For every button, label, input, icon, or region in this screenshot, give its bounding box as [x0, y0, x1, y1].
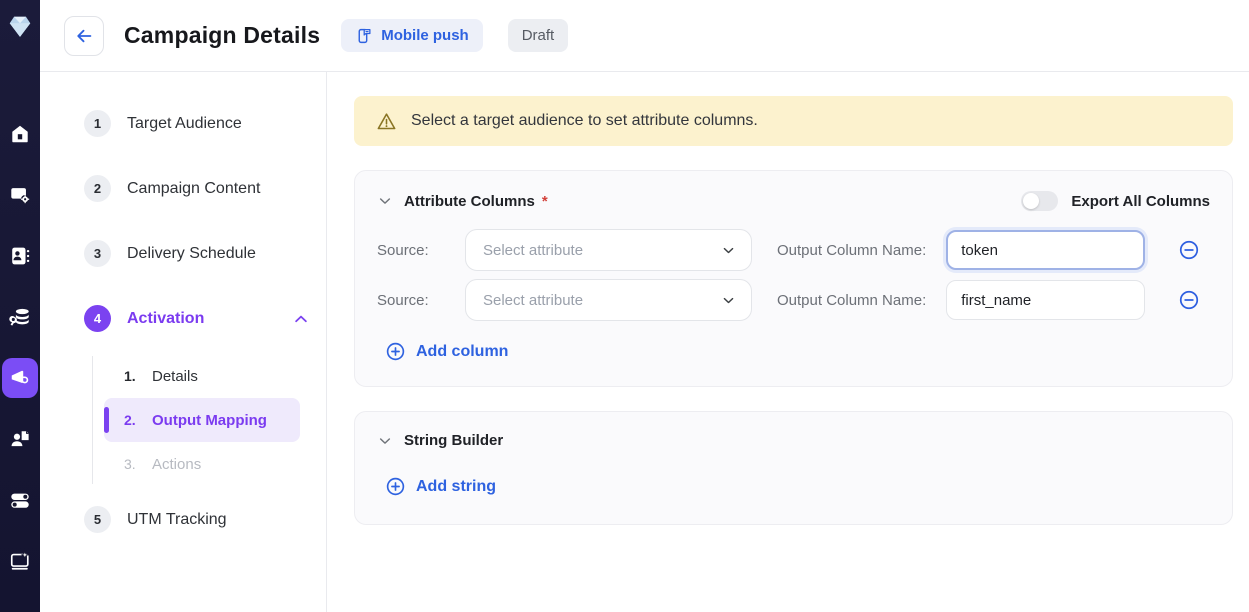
- output-column-name-label: Output Column Name:: [777, 292, 926, 309]
- chevron-down-icon: [721, 293, 736, 308]
- card-title: Attribute Columns: [404, 193, 535, 210]
- step-number: 1: [84, 110, 111, 137]
- substep-label: Output Mapping: [152, 412, 267, 429]
- substep-number: 2.: [124, 412, 146, 428]
- icon-rail: [0, 0, 40, 612]
- main-pane: Campaign Details Mobile push Draft 1 Tar…: [40, 0, 1249, 612]
- plus-circle-icon: [385, 341, 406, 362]
- toggle-knob: [1023, 193, 1039, 209]
- remove-column-button[interactable]: [1178, 289, 1200, 311]
- source-label: Source:: [377, 292, 465, 309]
- substep-label: Actions: [152, 456, 201, 473]
- add-column-button[interactable]: Add column: [385, 341, 508, 362]
- device-gear-icon[interactable]: [2, 175, 38, 215]
- step-activation[interactable]: 4 Activation: [84, 305, 314, 332]
- toggles-icon[interactable]: [2, 480, 38, 520]
- source-label: Source:: [377, 242, 465, 259]
- add-column-label: Add column: [416, 343, 508, 361]
- channel-badge: Mobile push: [341, 19, 483, 52]
- step-number: 2: [84, 175, 111, 202]
- channel-badge-label: Mobile push: [381, 27, 469, 44]
- step-number: 5: [84, 506, 111, 533]
- screen-sparkle-icon[interactable]: [2, 541, 38, 581]
- export-toggle-group: Export All Columns: [1021, 191, 1210, 211]
- substep-number: 3.: [124, 456, 146, 472]
- back-button[interactable]: [64, 16, 104, 56]
- step-campaign-content[interactable]: 2 Campaign Content: [84, 175, 314, 202]
- step-label: Campaign Content: [127, 180, 260, 198]
- minus-circle-icon: [1178, 239, 1200, 261]
- required-marker: *: [542, 193, 548, 210]
- output-mapping-content: Select a target audience to set attribut…: [327, 72, 1249, 612]
- substep-output-mapping[interactable]: 2. Output Mapping: [104, 398, 300, 442]
- source-select[interactable]: Select attribute: [465, 229, 752, 271]
- rail-nav: [2, 114, 38, 581]
- chevron-down-icon[interactable]: [377, 433, 393, 449]
- source-select[interactable]: Select attribute: [465, 279, 752, 321]
- select-placeholder: Select attribute: [483, 242, 583, 259]
- string-builder-card: String Builder Add string: [354, 411, 1233, 525]
- minus-circle-icon: [1178, 289, 1200, 311]
- substep-label: Details: [152, 368, 198, 385]
- step-number: 4: [84, 305, 111, 332]
- home-icon[interactable]: [2, 114, 38, 154]
- page-header: Campaign Details Mobile push Draft: [40, 0, 1249, 72]
- step-label: Activation: [127, 310, 204, 328]
- substep-number: 1.: [124, 368, 146, 384]
- step-label: UTM Tracking: [127, 511, 227, 529]
- output-column-name-input[interactable]: [946, 230, 1145, 270]
- attribute-columns-card: Attribute Columns * Export All Columns S…: [354, 170, 1233, 387]
- substep-details[interactable]: 1. Details: [104, 354, 300, 398]
- step-number: 3: [84, 240, 111, 267]
- warning-banner: Select a target audience to set attribut…: [354, 96, 1233, 146]
- substep-actions: 3. Actions: [104, 442, 300, 486]
- status-badge: Draft: [508, 19, 569, 52]
- warning-text: Select a target audience to set attribut…: [411, 112, 758, 130]
- user-document-icon[interactable]: [2, 419, 38, 459]
- step-delivery-schedule[interactable]: 3 Delivery Schedule: [84, 240, 314, 267]
- gem-logo[interactable]: [5, 12, 35, 40]
- address-book-icon[interactable]: [2, 236, 38, 276]
- chevron-up-icon: [292, 310, 310, 328]
- attribute-columns-header: Attribute Columns * Export All Columns: [377, 191, 1210, 211]
- data-tools-icon[interactable]: [2, 297, 38, 337]
- arrow-left-icon: [73, 25, 95, 47]
- attribute-row: Source: Select attribute Output Column N…: [377, 229, 1210, 271]
- add-string-label: Add string: [416, 478, 496, 496]
- string-builder-header: String Builder: [377, 432, 1210, 449]
- remove-column-button[interactable]: [1178, 239, 1200, 261]
- step-target-audience[interactable]: 1 Target Audience: [84, 110, 314, 137]
- chevron-down-icon: [721, 243, 736, 258]
- mobile-push-icon: [355, 27, 372, 45]
- step-label: Target Audience: [127, 115, 242, 133]
- output-column-name-input[interactable]: [946, 280, 1145, 320]
- activation-substeps: 1. Details 2. Output Mapping 3. Actions: [84, 354, 326, 486]
- card-title: String Builder: [404, 432, 503, 449]
- megaphone-icon[interactable]: [2, 358, 38, 398]
- warning-icon: [376, 111, 397, 132]
- attribute-row: Source: Select attribute Output Column N…: [377, 279, 1210, 321]
- plus-circle-icon: [385, 476, 406, 497]
- page-title: Campaign Details: [124, 22, 320, 49]
- select-placeholder: Select attribute: [483, 292, 583, 309]
- output-column-name-label: Output Column Name:: [777, 242, 926, 259]
- body-row: 1 Target Audience 2 Campaign Content 3 D…: [40, 72, 1249, 612]
- step-label: Delivery Schedule: [127, 245, 256, 263]
- steps-panel: 1 Target Audience 2 Campaign Content 3 D…: [40, 72, 327, 612]
- add-string-button[interactable]: Add string: [385, 476, 496, 497]
- step-utm-tracking[interactable]: 5 UTM Tracking: [84, 506, 314, 533]
- status-badge-label: Draft: [522, 27, 555, 44]
- export-all-columns-toggle[interactable]: [1021, 191, 1058, 211]
- export-toggle-label: Export All Columns: [1071, 193, 1210, 210]
- app-root: Campaign Details Mobile push Draft 1 Tar…: [0, 0, 1249, 612]
- chevron-down-icon[interactable]: [377, 193, 393, 209]
